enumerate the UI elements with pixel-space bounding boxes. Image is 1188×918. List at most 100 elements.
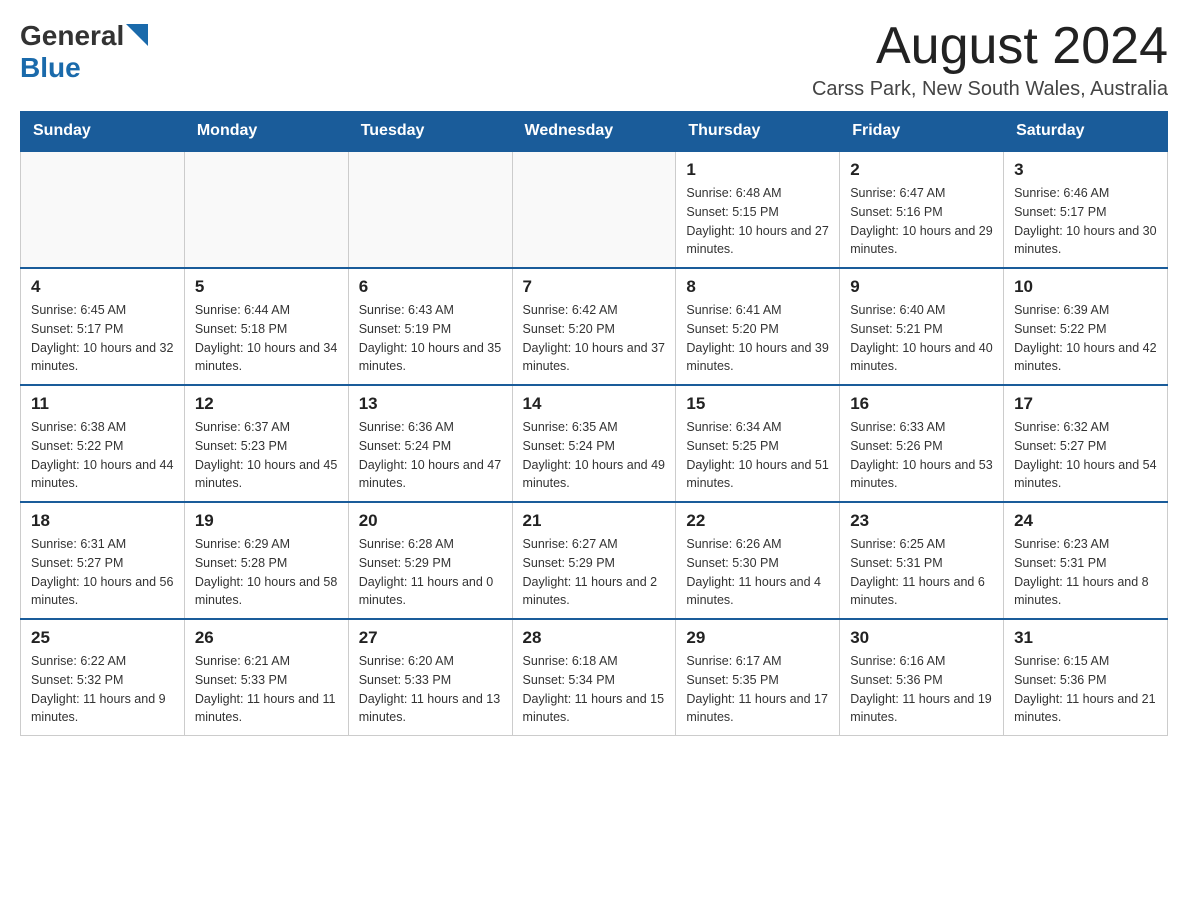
calendar-cell: 7 Sunrise: 6:42 AMSunset: 5:20 PMDaylight… bbox=[512, 268, 676, 385]
day-info: Sunrise: 6:44 AMSunset: 5:18 PMDaylight:… bbox=[195, 301, 338, 376]
calendar-cell: 31Sunrise: 6:15 AMSunset: 5:36 PMDayligh… bbox=[1004, 619, 1168, 736]
calendar-cell: 29 Sunrise: 6:17 AMSunset: 5:35 PMDayligh… bbox=[676, 619, 840, 736]
day-info: Sunrise: 6:27 AMSunset: 5:29 PMDaylight:… bbox=[523, 535, 666, 610]
calendar-cell: 11Sunrise: 6:38 AMSunset: 5:22 PMDayligh… bbox=[21, 385, 185, 502]
calendar-week-row: 4 Sunrise: 6:45 AMSunset: 5:17 PMDaylight… bbox=[21, 268, 1168, 385]
calendar-week-row: 25 Sunrise: 6:22 AMSunset: 5:32 PMDayligh… bbox=[21, 619, 1168, 736]
day-number: 29 bbox=[686, 628, 829, 648]
day-info: Sunrise: 6:18 AMSunset: 5:34 PMDaylight:… bbox=[523, 652, 666, 727]
day-info: Sunrise: 6:26 AMSunset: 5:30 PMDaylight:… bbox=[686, 535, 829, 610]
page-header: General Blue August 2024 Carss Park, New… bbox=[20, 20, 1168, 101]
day-number: 6 bbox=[359, 277, 502, 297]
day-info: Sunrise: 6:22 AMSunset: 5:32 PMDaylight:… bbox=[31, 652, 174, 727]
calendar-cell: 4 Sunrise: 6:45 AMSunset: 5:17 PMDaylight… bbox=[21, 268, 185, 385]
day-number: 25 bbox=[31, 628, 174, 648]
day-info: Sunrise: 6:38 AMSunset: 5:22 PMDaylight:… bbox=[31, 418, 174, 493]
calendar-cell: 20Sunrise: 6:28 AMSunset: 5:29 PMDayligh… bbox=[348, 502, 512, 619]
calendar-cell: 13 Sunrise: 6:36 AMSunset: 5:24 PMDayligh… bbox=[348, 385, 512, 502]
calendar-cell: 3Sunrise: 6:46 AMSunset: 5:17 PMDaylight… bbox=[1004, 151, 1168, 268]
calendar-cell: 26 Sunrise: 6:21 AMSunset: 5:33 PMDayligh… bbox=[184, 619, 348, 736]
day-header-monday: Monday bbox=[184, 112, 348, 152]
day-info: Sunrise: 6:41 AMSunset: 5:20 PMDaylight:… bbox=[686, 301, 829, 376]
day-number: 21 bbox=[523, 511, 666, 531]
day-number: 26 bbox=[195, 628, 338, 648]
calendar-cell: 21 Sunrise: 6:27 AMSunset: 5:29 PMDayligh… bbox=[512, 502, 676, 619]
day-info: Sunrise: 6:37 AMSunset: 5:23 PMDaylight:… bbox=[195, 418, 338, 493]
logo-arrow-icon bbox=[126, 24, 148, 46]
day-info: Sunrise: 6:28 AMSunset: 5:29 PMDaylight:… bbox=[359, 535, 502, 610]
day-number: 9 bbox=[850, 277, 993, 297]
day-number: 5 bbox=[195, 277, 338, 297]
day-number: 1 bbox=[686, 160, 829, 180]
calendar-cell: 25 Sunrise: 6:22 AMSunset: 5:32 PMDayligh… bbox=[21, 619, 185, 736]
calendar-cell: 9 Sunrise: 6:40 AMSunset: 5:21 PMDaylight… bbox=[840, 268, 1004, 385]
day-number: 16 bbox=[850, 394, 993, 414]
day-number: 13 bbox=[359, 394, 502, 414]
day-number: 18 bbox=[31, 511, 174, 531]
day-info: Sunrise: 6:32 AMSunset: 5:27 PMDaylight:… bbox=[1014, 418, 1157, 493]
day-number: 2 bbox=[850, 160, 993, 180]
calendar-cell bbox=[348, 151, 512, 268]
day-number: 31 bbox=[1014, 628, 1157, 648]
calendar-cell: 30 Sunrise: 6:16 AMSunset: 5:36 PMDayligh… bbox=[840, 619, 1004, 736]
day-header-wednesday: Wednesday bbox=[512, 112, 676, 152]
calendar-cell: 5 Sunrise: 6:44 AMSunset: 5:18 PMDaylight… bbox=[184, 268, 348, 385]
calendar-cell: 17 Sunrise: 6:32 AMSunset: 5:27 PMDayligh… bbox=[1004, 385, 1168, 502]
month-title: August 2024 bbox=[812, 20, 1168, 72]
calendar-cell: 8 Sunrise: 6:41 AMSunset: 5:20 PMDaylight… bbox=[676, 268, 840, 385]
day-info: Sunrise: 6:46 AMSunset: 5:17 PMDaylight:… bbox=[1014, 184, 1157, 259]
calendar-cell: 24Sunrise: 6:23 AMSunset: 5:31 PMDayligh… bbox=[1004, 502, 1168, 619]
day-number: 4 bbox=[31, 277, 174, 297]
calendar-cell bbox=[21, 151, 185, 268]
day-info: Sunrise: 6:34 AMSunset: 5:25 PMDaylight:… bbox=[686, 418, 829, 493]
day-number: 30 bbox=[850, 628, 993, 648]
calendar-cell: 23Sunrise: 6:25 AMSunset: 5:31 PMDayligh… bbox=[840, 502, 1004, 619]
day-number: 17 bbox=[1014, 394, 1157, 414]
calendar-cell: 15Sunrise: 6:34 AMSunset: 5:25 PMDayligh… bbox=[676, 385, 840, 502]
logo: General Blue bbox=[20, 20, 148, 84]
day-info: Sunrise: 6:43 AMSunset: 5:19 PMDaylight:… bbox=[359, 301, 502, 376]
calendar-cell: 10Sunrise: 6:39 AMSunset: 5:22 PMDayligh… bbox=[1004, 268, 1168, 385]
day-info: Sunrise: 6:20 AMSunset: 5:33 PMDaylight:… bbox=[359, 652, 502, 727]
day-info: Sunrise: 6:35 AMSunset: 5:24 PMDaylight:… bbox=[523, 418, 666, 493]
calendar-cell: 22 Sunrise: 6:26 AMSunset: 5:30 PMDayligh… bbox=[676, 502, 840, 619]
day-info: Sunrise: 6:21 AMSunset: 5:33 PMDaylight:… bbox=[195, 652, 338, 727]
calendar-cell: 16 Sunrise: 6:33 AMSunset: 5:26 PMDayligh… bbox=[840, 385, 1004, 502]
day-info: Sunrise: 6:17 AMSunset: 5:35 PMDaylight:… bbox=[686, 652, 829, 727]
day-number: 28 bbox=[523, 628, 666, 648]
day-number: 7 bbox=[523, 277, 666, 297]
day-number: 22 bbox=[686, 511, 829, 531]
day-number: 12 bbox=[195, 394, 338, 414]
day-info: Sunrise: 6:25 AMSunset: 5:31 PMDaylight:… bbox=[850, 535, 993, 610]
day-header-thursday: Thursday bbox=[676, 112, 840, 152]
day-info: Sunrise: 6:42 AMSunset: 5:20 PMDaylight:… bbox=[523, 301, 666, 376]
calendar-cell: 19 Sunrise: 6:29 AMSunset: 5:28 PMDayligh… bbox=[184, 502, 348, 619]
calendar-cell: 18 Sunrise: 6:31 AMSunset: 5:27 PMDayligh… bbox=[21, 502, 185, 619]
calendar-cell: 27Sunrise: 6:20 AMSunset: 5:33 PMDayligh… bbox=[348, 619, 512, 736]
calendar-week-row: 18 Sunrise: 6:31 AMSunset: 5:27 PMDayligh… bbox=[21, 502, 1168, 619]
calendar-cell bbox=[512, 151, 676, 268]
calendar-week-row: 11Sunrise: 6:38 AMSunset: 5:22 PMDayligh… bbox=[21, 385, 1168, 502]
day-header-friday: Friday bbox=[840, 112, 1004, 152]
day-info: Sunrise: 6:40 AMSunset: 5:21 PMDaylight:… bbox=[850, 301, 993, 376]
calendar-week-row: 1Sunrise: 6:48 AMSunset: 5:15 PMDaylight… bbox=[21, 151, 1168, 268]
calendar-cell: 1Sunrise: 6:48 AMSunset: 5:15 PMDaylight… bbox=[676, 151, 840, 268]
calendar-cell: 2Sunrise: 6:47 AMSunset: 5:16 PMDaylight… bbox=[840, 151, 1004, 268]
day-info: Sunrise: 6:36 AMSunset: 5:24 PMDaylight:… bbox=[359, 418, 502, 493]
day-number: 19 bbox=[195, 511, 338, 531]
day-info: Sunrise: 6:45 AMSunset: 5:17 PMDaylight:… bbox=[31, 301, 174, 376]
logo-general-text: General bbox=[20, 20, 124, 52]
calendar-cell: 6 Sunrise: 6:43 AMSunset: 5:19 PMDaylight… bbox=[348, 268, 512, 385]
day-info: Sunrise: 6:29 AMSunset: 5:28 PMDaylight:… bbox=[195, 535, 338, 610]
day-info: Sunrise: 6:16 AMSunset: 5:36 PMDaylight:… bbox=[850, 652, 993, 727]
day-number: 8 bbox=[686, 277, 829, 297]
location-title: Carss Park, New South Wales, Australia bbox=[812, 78, 1168, 101]
calendar-table: SundayMondayTuesdayWednesdayThursdayFrid… bbox=[20, 111, 1168, 736]
day-number: 24 bbox=[1014, 511, 1157, 531]
day-header-saturday: Saturday bbox=[1004, 112, 1168, 152]
calendar-cell: 28 Sunrise: 6:18 AMSunset: 5:34 PMDayligh… bbox=[512, 619, 676, 736]
day-info: Sunrise: 6:31 AMSunset: 5:27 PMDaylight:… bbox=[31, 535, 174, 610]
day-number: 10 bbox=[1014, 277, 1157, 297]
day-info: Sunrise: 6:33 AMSunset: 5:26 PMDaylight:… bbox=[850, 418, 993, 493]
day-header-sunday: Sunday bbox=[21, 112, 185, 152]
